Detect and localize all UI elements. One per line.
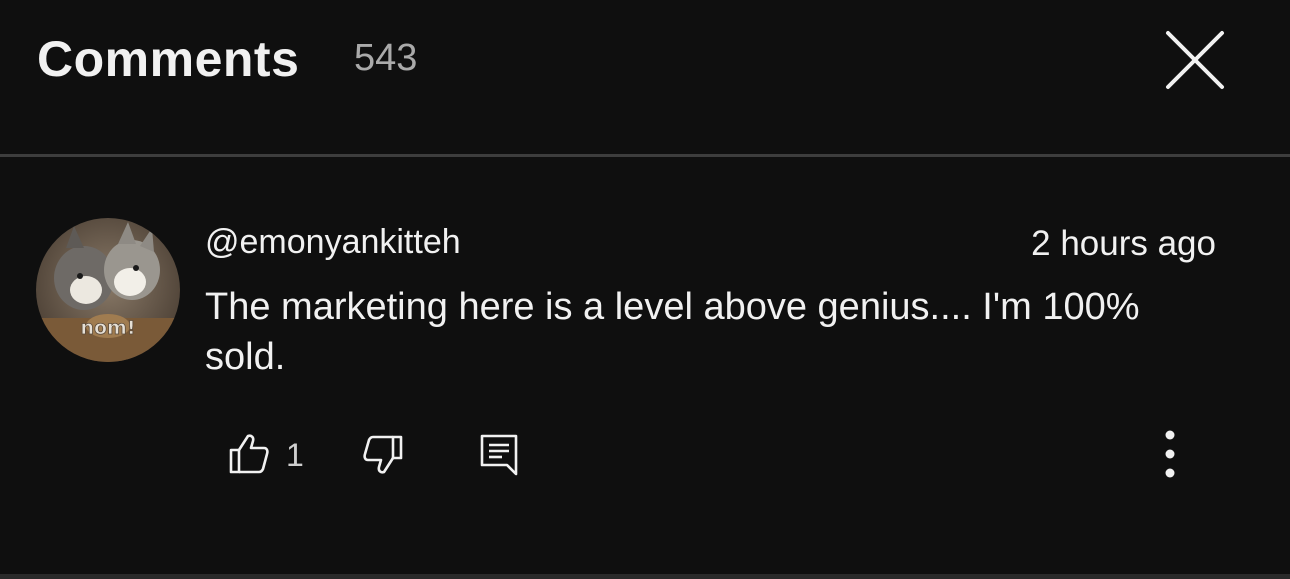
- thumbs-up-icon: [229, 434, 269, 474]
- bottom-divider: [0, 574, 1290, 579]
- comment-actions: 1: [0, 428, 1290, 482]
- reply-button[interactable]: [478, 432, 520, 476]
- comment-count: 543: [354, 37, 418, 79]
- comments-panel: Comments 543 nom! @emonyankitteh 2 hours…: [0, 0, 1290, 579]
- close-button[interactable]: [1160, 25, 1230, 95]
- like-count: 1: [286, 437, 304, 473]
- comment-timestamp: 2 hours ago: [1031, 224, 1216, 263]
- avatar[interactable]: nom!: [36, 218, 180, 362]
- avatar-caption: nom!: [80, 317, 135, 339]
- like-button[interactable]: [228, 432, 270, 474]
- comments-header: Comments 543: [0, 0, 1290, 155]
- more-options-button[interactable]: [1152, 428, 1188, 482]
- comment-author[interactable]: @emonyankitteh: [205, 222, 461, 262]
- header-divider: [0, 154, 1290, 157]
- reply-icon: [480, 434, 518, 476]
- comment-text: The marketing here is a level above geni…: [205, 286, 1140, 378]
- thumbs-down-icon: [363, 435, 403, 474]
- close-icon: [1166, 31, 1224, 89]
- dislike-button[interactable]: [362, 434, 404, 476]
- panel-title: Comments: [37, 31, 300, 87]
- avatar-image: nom!: [36, 218, 180, 362]
- more-vertical-icon: [1165, 430, 1175, 478]
